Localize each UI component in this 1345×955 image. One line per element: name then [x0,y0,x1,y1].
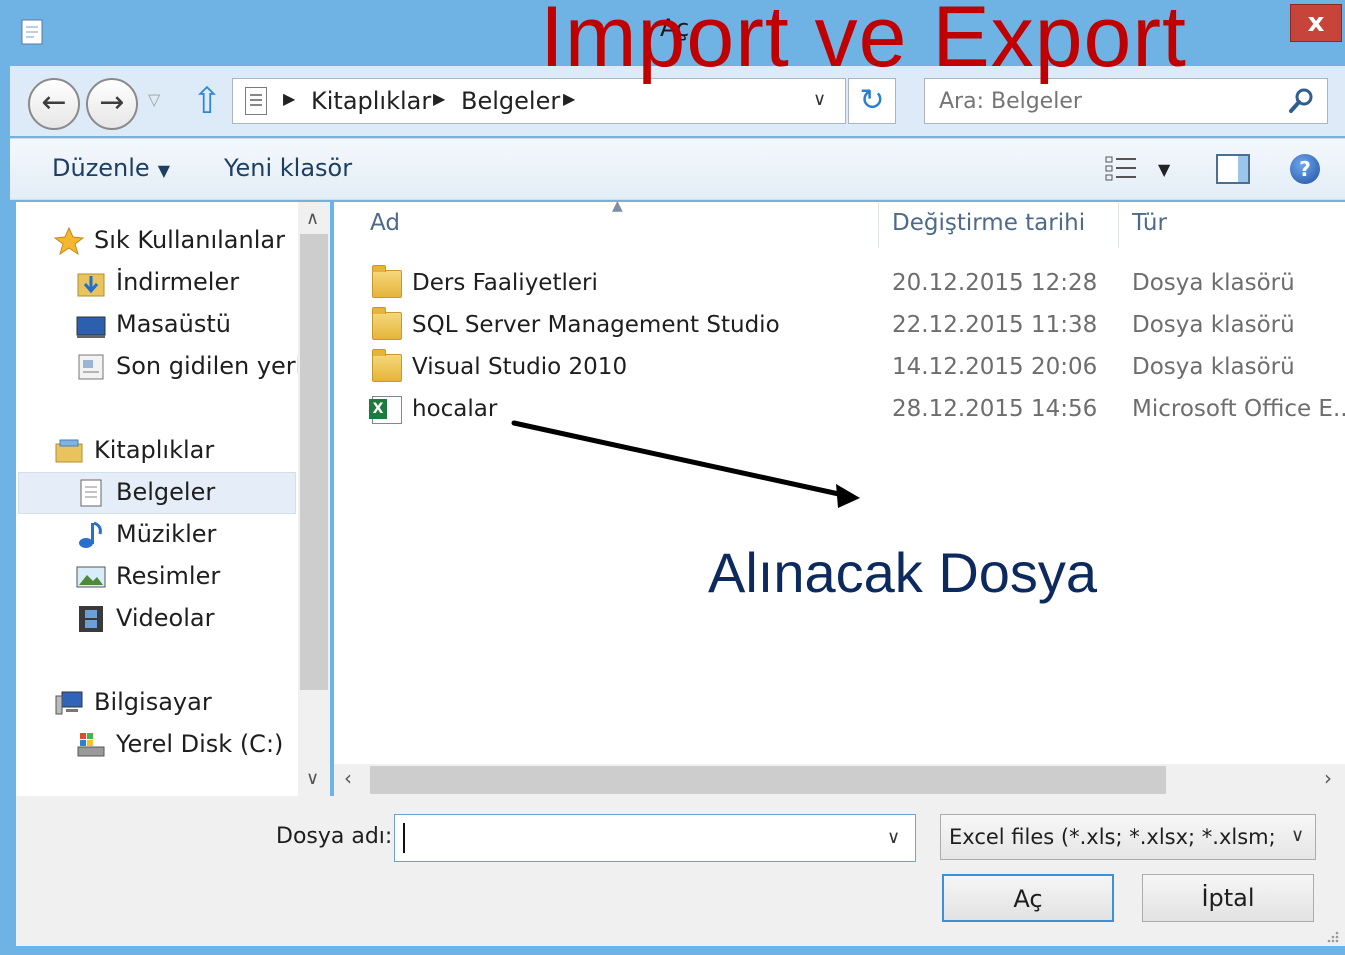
up-arrow-icon[interactable]: ⇧ [190,82,224,122]
file-name: hocalar [412,396,498,422]
file-date: 28.12.2015 14:56 [892,396,1098,422]
folder-icon [372,265,402,298]
overlay-title: Import ve Export [540,0,1187,85]
nav-computer-label: Bilgisayar [94,688,212,716]
file-name: SQL Server Management Studio [412,312,780,338]
nav-item-documents-label: Belgeler [116,478,216,506]
new-folder-button[interactable]: Yeni klasör [224,154,352,182]
open-button[interactable]: Aç [942,874,1114,922]
recent-locations-chevron-icon[interactable]: ▽ [148,90,174,112]
excel-file-icon [369,396,402,424]
annotation-text: Alınacak Dosya [708,541,1098,604]
breadcrumb-separator-icon[interactable]: ▶ [283,89,295,108]
documents-library-icon [245,87,267,115]
resize-grip-icon[interactable] [1324,928,1340,944]
breadcrumb-separator-icon[interactable]: ▶ [563,89,575,108]
column-divider[interactable] [878,202,879,248]
close-button[interactable]: x [1290,4,1342,42]
nav-favorites-label: Sık Kullanılanlar [94,226,285,254]
music-note-icon [79,521,102,548]
nav-item-desktop-label: Masaüstü [116,310,231,338]
help-icon[interactable]: ? [1290,154,1320,184]
downloads-folder-icon [77,273,105,297]
back-button[interactable]: ← [28,78,80,130]
cancel-button[interactable]: İptal [1142,874,1314,922]
navigation-pane: Sık Kullanılanlar İndirmeler Masaüstü So… [16,202,298,796]
app-document-icon [21,19,43,45]
column-divider[interactable] [1118,202,1119,248]
organize-caret-icon: ▼ [157,161,171,180]
nav-item-downloads-label: İndirmeler [116,268,240,296]
preview-pane-icon[interactable] [1216,154,1250,184]
open-file-dialog: Aç x ← → ▽ ⇧ ▶ Kitaplıklar ▶ Belgeler ▶ … [0,0,1345,955]
column-header-date-modified[interactable]: Değiştirme tarihi [892,210,1085,236]
documents-icon [80,479,102,507]
nav-item-local-disk-label: Yerel Disk (C:) [116,730,284,758]
file-date: 22.12.2015 11:38 [892,312,1098,338]
address-dropdown-icon[interactable]: ∨ [813,89,826,110]
file-row[interactable]: hocalar 28.12.2015 14:56 Microsoft Offic… [360,390,1345,430]
scroll-right-icon[interactable]: › [1324,766,1332,790]
column-header-name[interactable]: Ad [370,210,400,236]
filename-label: Dosya adı: [276,824,393,849]
file-list-horizontal-scrollbar[interactable]: ‹ › [334,764,1345,796]
filter-dropdown-icon[interactable]: ∨ [1291,825,1304,846]
scrollbar-thumb[interactable] [370,766,1166,794]
breadcrumb-libraries[interactable]: Kitaplıklar [311,87,431,115]
recent-places-icon [78,354,104,380]
filename-combobox[interactable]: ∨ [394,814,916,862]
pictures-icon [76,566,106,588]
file-row[interactable]: SQL Server Management Studio 22.12.2015 … [360,306,1345,346]
desktop-icon [76,316,106,338]
breadcrumb-separator-icon[interactable]: ▶ [433,89,445,108]
breadcrumb-documents[interactable]: Belgeler [461,87,560,115]
forward-button[interactable]: → [86,78,138,130]
folder-icon [372,307,402,340]
organize-label: Düzenle [52,154,150,182]
search-icon[interactable] [1285,85,1317,117]
file-type-filter-value: Excel files (*.xls; *.xlsx; *.xlsm; *.x [949,825,1279,849]
nav-item-recent-places-label: Son gidilen yerler [116,352,298,380]
nav-item-pictures-label: Resimler [116,562,221,590]
sort-ascending-icon: ▲ [612,198,623,214]
star-icon [54,226,84,256]
file-date: 14.12.2015 20:06 [892,354,1098,380]
computer-icon [55,691,83,715]
libraries-icon [55,439,83,463]
scroll-up-icon[interactable]: ∧ [306,208,319,229]
change-view-icon[interactable] [1104,154,1138,184]
folder-icon [372,349,402,382]
file-type: Microsoft Office E... [1132,396,1345,422]
file-name: Visual Studio 2010 [412,354,628,380]
file-type: Dosya klasörü [1132,354,1295,380]
file-type: Dosya klasörü [1132,312,1295,338]
window-bottom-edge [0,946,1345,955]
film-strip-icon [79,606,103,632]
organize-menu-button[interactable]: Düzenle ▼ [52,154,170,182]
file-type: Dosya klasörü [1132,270,1295,296]
view-options-caret-icon[interactable]: ▼ [1158,160,1170,179]
navigation-pane-scrollbar[interactable]: ∧ ∨ [298,202,330,796]
nav-libraries-label: Kitaplıklar [94,436,215,464]
search-input[interactable] [939,86,1269,116]
file-row[interactable]: Ders Faaliyetleri 20.12.2015 12:28 Dosya… [360,264,1345,304]
scroll-left-icon[interactable]: ‹ [344,766,352,790]
filename-dropdown-icon[interactable]: ∨ [887,827,900,848]
file-type-filter[interactable]: Excel files (*.xls; *.xlsx; *.xlsm; *.x … [940,814,1316,860]
nav-item-videos-label: Videolar [116,604,215,632]
command-bar [10,138,1345,200]
file-date: 20.12.2015 12:28 [892,270,1098,296]
column-header-type[interactable]: Tür [1132,210,1167,236]
file-row[interactable]: Visual Studio 2010 14.12.2015 20:06 Dosy… [360,348,1345,388]
file-name: Ders Faaliyetleri [412,270,598,296]
nav-item-music-label: Müzikler [116,520,217,548]
filename-input[interactable] [403,823,873,853]
scroll-down-icon[interactable]: ∨ [306,768,319,789]
scrollbar-thumb[interactable] [300,234,328,690]
local-disk-icon [77,733,105,757]
